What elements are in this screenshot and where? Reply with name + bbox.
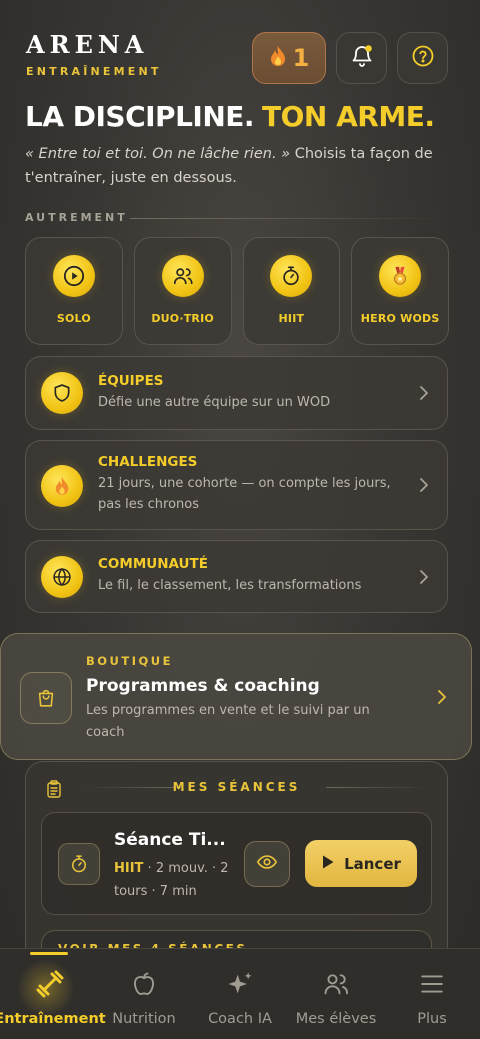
row-title: ÉQUIPES xyxy=(98,373,164,389)
users-icon xyxy=(322,969,350,999)
app-screen: ARENA ENTRAÎNEMENT 1 LA DISCIPLINE. TON A… xyxy=(0,0,480,1039)
section-label-autrement: AUTREMENT xyxy=(25,211,128,224)
tab-label: Coach IA xyxy=(208,1011,272,1027)
row-subtitle: Le fil, le classement, les transformatio… xyxy=(98,578,362,593)
hero-headline: LA DISCIPLINE. TON ARME. xyxy=(25,100,435,133)
stopwatch-icon xyxy=(58,843,100,885)
chevron-right-icon xyxy=(420,386,428,400)
mode-duo-trio[interactable]: DUO·TRIO xyxy=(133,237,232,345)
launch-label: Lancer xyxy=(344,854,401,873)
session-card[interactable]: Séance Ti... HIIT · 2 mouv. · 2 tours · … xyxy=(41,812,432,915)
apple-icon xyxy=(130,969,158,999)
hero-description: « Entre toi et toi. On ne lâche rien. » … xyxy=(25,142,455,190)
row-title: CHALLENGES xyxy=(98,454,198,470)
tab-label: Mes élèves xyxy=(295,1011,377,1027)
stopwatch-icon xyxy=(270,255,313,297)
tab-mes-eleves[interactable]: Mes élèves xyxy=(290,949,382,1039)
training-modes: SOLO DUO·TRIO HIIT HERO WODS xyxy=(25,237,449,345)
mode-label: HIIT xyxy=(278,312,305,325)
session-type: HIIT xyxy=(114,861,144,876)
shop-kicker: BOUTIQUE xyxy=(86,654,173,668)
mode-label: SOLO xyxy=(56,312,91,325)
tab-label: Plus xyxy=(417,1011,447,1027)
row-challenges[interactable]: CHALLENGES 21 jours, une cohorte — on co… xyxy=(25,440,448,530)
brand: ARENA ENTRAÎNEMENT xyxy=(26,30,162,78)
streak-count: 1 xyxy=(292,44,310,72)
mode-label: DUO·TRIO xyxy=(151,312,214,325)
mode-solo[interactable]: SOLO xyxy=(25,237,123,345)
shopping-bag-icon xyxy=(20,672,72,724)
row-subtitle: Défie une autre équipe sur un WOD xyxy=(98,395,331,410)
tab-nutrition[interactable]: Nutrition xyxy=(100,949,188,1039)
shop-subtitle: Les programmes en vente et le suivi par … xyxy=(86,703,370,740)
bell-icon xyxy=(350,44,374,72)
row-communaute[interactable]: COMMUNAUTÉ Le fil, le classement, les tr… xyxy=(25,540,448,613)
help-button[interactable] xyxy=(397,32,448,84)
play-icon xyxy=(52,255,95,297)
streak-button[interactable]: 1 xyxy=(252,32,326,84)
chevron-right-icon xyxy=(420,570,428,584)
medal-icon xyxy=(379,255,422,297)
globe-icon xyxy=(41,556,83,598)
tab-coach-ia[interactable]: Coach IA xyxy=(196,949,284,1039)
sparkles-icon xyxy=(226,969,254,999)
row-subtitle: 21 jours, une cohorte — on compte les jo… xyxy=(98,476,391,512)
session-title: Séance Ti... xyxy=(114,830,226,850)
flame-icon xyxy=(41,465,83,507)
active-tab-glow xyxy=(16,960,76,1016)
play-icon xyxy=(321,854,335,874)
session-meta: HIIT · 2 mouv. · 2 tours · 7 min xyxy=(114,857,239,903)
launch-button[interactable]: Lancer xyxy=(305,840,417,887)
mode-hiit[interactable]: HIIT xyxy=(242,237,341,345)
brand-subtitle: ENTRAÎNEMENT xyxy=(26,65,162,78)
mode-label: HERO WODS xyxy=(360,312,440,325)
menu-icon xyxy=(419,969,445,999)
hero-quote: « Entre toi et toi. On ne lâche rien. » xyxy=(25,146,291,162)
tab-label: Nutrition xyxy=(112,1011,176,1027)
help-icon xyxy=(411,44,435,72)
row-title: COMMUNAUTÉ xyxy=(98,556,208,572)
mode-hero-wods[interactable]: HERO WODS xyxy=(351,237,449,345)
section-divider xyxy=(130,218,450,219)
chevron-right-icon xyxy=(438,690,446,704)
hero-headline-part2: TON ARME. xyxy=(262,100,435,133)
brand-title: ARENA xyxy=(26,30,149,59)
eye-icon xyxy=(256,851,278,877)
row-equipes[interactable]: ÉQUIPES Défie une autre équipe sur un WO… xyxy=(25,356,448,430)
flame-icon xyxy=(269,45,287,71)
divider xyxy=(326,787,426,788)
active-tab-indicator xyxy=(30,952,68,955)
shop-card[interactable]: BOUTIQUE Programmes & coaching Les progr… xyxy=(0,633,472,760)
hero-headline-part1: LA DISCIPLINE. xyxy=(25,100,255,133)
shop-title: Programmes & coaching xyxy=(86,676,320,696)
users-icon xyxy=(161,255,204,297)
preview-button[interactable] xyxy=(244,841,290,887)
shield-icon xyxy=(41,372,83,414)
notifications-button[interactable] xyxy=(336,32,387,84)
chevron-right-icon xyxy=(420,478,428,492)
tab-plus[interactable]: Plus xyxy=(390,949,474,1039)
